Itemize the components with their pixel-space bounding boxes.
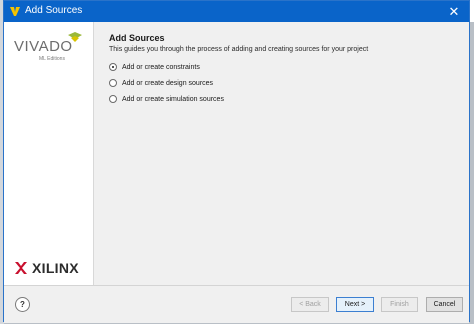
radio-constraints[interactable] xyxy=(109,63,117,71)
xilinx-logo-icon xyxy=(15,262,27,274)
vivado-logo-text: VIVADO xyxy=(14,38,73,55)
help-button[interactable]: ? xyxy=(15,297,30,312)
add-sources-dialog: Add Sources ✕ VIVADO ML Editions XILINX … xyxy=(3,0,470,323)
option-design-sources[interactable]: Add or create design sources xyxy=(109,77,213,89)
option-constraints[interactable]: Add or create constraints xyxy=(109,61,200,73)
button-bar: ? < Back Next > Finish Cancel xyxy=(4,285,469,323)
title-bar[interactable]: Add Sources ✕ xyxy=(4,1,469,22)
page-heading: Add Sources xyxy=(109,33,165,43)
window-title: Add Sources xyxy=(25,5,83,16)
close-icon[interactable]: ✕ xyxy=(439,1,469,22)
brand-panel: VIVADO ML Editions XILINX xyxy=(4,22,94,285)
cancel-button[interactable]: Cancel xyxy=(426,297,463,312)
xilinx-logo-text: XILINX xyxy=(32,260,79,276)
main-content: Add Sources This guides you through the … xyxy=(96,22,468,285)
finish-button[interactable]: Finish xyxy=(381,297,418,312)
vivado-app-icon xyxy=(10,7,20,16)
option-label: Add or create constraints xyxy=(122,63,200,71)
radio-simulation-sources[interactable] xyxy=(109,95,117,103)
option-simulation-sources[interactable]: Add or create simulation sources xyxy=(109,93,224,105)
option-label: Add or create simulation sources xyxy=(122,95,224,103)
option-label: Add or create design sources xyxy=(122,79,214,87)
vivado-edition-text: ML Editions xyxy=(39,56,65,62)
page-description: This guides you through the process of a… xyxy=(109,46,369,53)
vivado-logo-icon xyxy=(68,32,82,42)
radio-design-sources[interactable] xyxy=(109,79,117,87)
next-button[interactable]: Next > xyxy=(336,297,374,312)
back-button[interactable]: < Back xyxy=(291,297,329,312)
